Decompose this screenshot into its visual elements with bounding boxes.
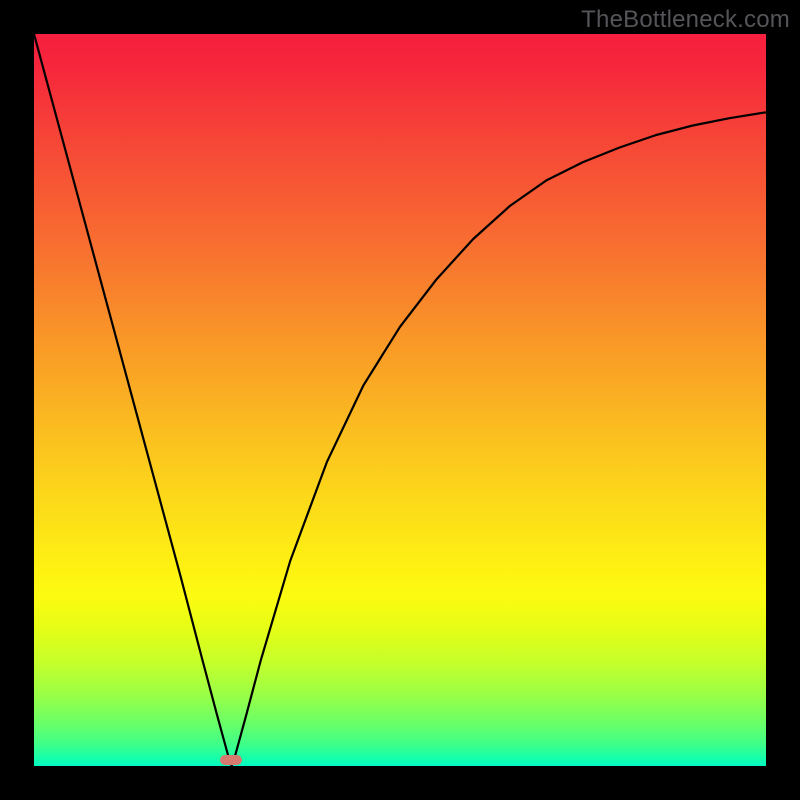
- chart-curve: [34, 34, 766, 766]
- dip-marker: [220, 755, 242, 765]
- watermark-text: TheBottleneck.com: [581, 6, 790, 34]
- chart-frame: TheBottleneck.com: [0, 0, 800, 800]
- plot-area: [34, 34, 766, 766]
